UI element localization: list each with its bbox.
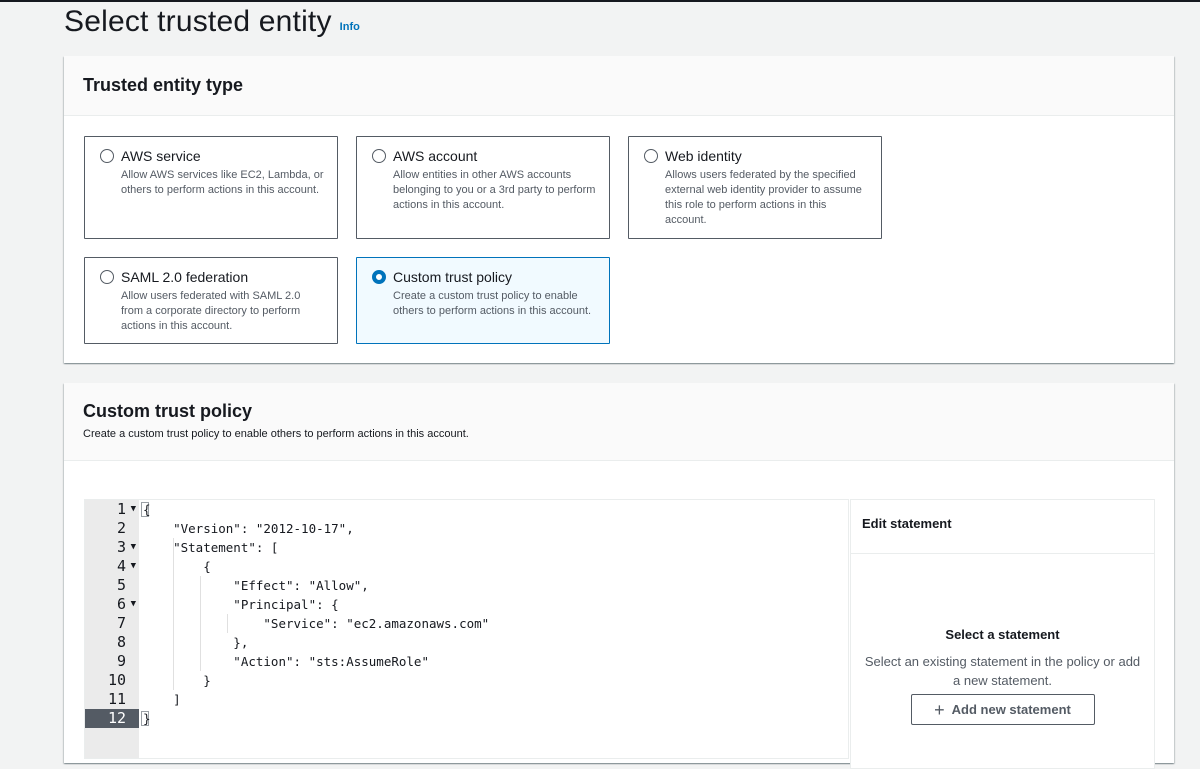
fold-arrow-icon[interactable]: ▼	[131, 557, 136, 576]
code-line[interactable]: {	[143, 500, 151, 519]
line-number: 3 ▼	[116, 538, 136, 557]
aws-account-radio[interactable]	[372, 149, 386, 163]
empty-statement-state: Select a statement Select an existing st…	[851, 554, 1154, 725]
line-number: 1 ▼	[116, 500, 136, 519]
code-line[interactable]: "Service": "ec2.amazonaws.com"	[143, 614, 489, 633]
custom-policy-panel: Custom trust policy Create a custom trus…	[64, 383, 1174, 769]
line-number: 9	[116, 652, 126, 670]
option-description: Allow AWS services like EC2, Lambda, or …	[121, 169, 324, 196]
aws-service-radio[interactable]	[100, 149, 114, 163]
fold-arrow-icon[interactable]: ▼	[131, 538, 136, 557]
option-title: AWS service	[121, 148, 201, 164]
fold-arrow-icon[interactable]: ▼	[131, 500, 136, 519]
saml-federation-radio[interactable]	[100, 270, 114, 284]
line-number: 6 ▼	[116, 595, 136, 614]
line-number-active: 12	[85, 709, 139, 728]
option-title: Web identity	[665, 148, 742, 164]
page-header: Select trusted entity Info	[64, 2, 360, 42]
edit-statement-header: Edit statement	[851, 500, 1154, 554]
line-number: 7	[116, 614, 126, 632]
add-new-statement-label: Add new statement	[951, 702, 1071, 717]
option-description: Allows users federated by the specified …	[665, 169, 862, 226]
policy-json-editor[interactable]: 1 ▼ 2 3 ▼ 4 ▼ 5 6 ▼ 7 8 9 10 11 12 { "Versio…	[84, 499, 849, 759]
trusted-entity-panel: Trusted entity type AWS service Allow AW…	[64, 56, 1174, 363]
option-aws-service[interactable]: AWS service Allow AWS services like EC2,…	[84, 136, 338, 239]
line-number: 8	[116, 633, 126, 651]
line-number: 2	[116, 519, 126, 537]
trusted-entity-heading: Trusted entity type	[83, 75, 244, 95]
web-identity-radio[interactable]	[644, 149, 658, 163]
custom-policy-header: Custom trust policy Create a custom trus…	[64, 383, 1174, 461]
page-title: Select trusted entity	[64, 5, 332, 38]
empty-state-title: Select a statement	[945, 627, 1060, 642]
option-title: Custom trust policy	[393, 269, 513, 285]
editor-gutter: 1 ▼ 2 3 ▼ 4 ▼ 5 6 ▼ 7 8 9 10 11 12	[85, 500, 139, 758]
code-line[interactable]: "Version": "2012-10-17",	[143, 519, 354, 538]
code-line[interactable]: "Statement": [	[143, 538, 278, 557]
line-number: 10	[107, 671, 126, 689]
code-line[interactable]: "Action": "sts:AssumeRole"	[143, 652, 429, 671]
code-line[interactable]: ]	[143, 690, 181, 709]
plus-icon: +	[934, 699, 945, 720]
option-saml-federation[interactable]: SAML 2.0 federation Allow users federate…	[84, 257, 338, 344]
custom-policy-description: Create a custom trust policy to enable o…	[83, 428, 469, 440]
edit-statement-panel: Edit statement Select a statement Select…	[850, 499, 1155, 769]
line-number: 11	[107, 690, 126, 708]
code-line[interactable]: {	[143, 557, 211, 576]
add-new-statement-button[interactable]: + Add new statement	[910, 694, 1095, 725]
code-line[interactable]: }	[143, 709, 151, 728]
line-number: 5	[116, 576, 126, 594]
code-line[interactable]: },	[143, 633, 248, 652]
code-line[interactable]: }	[143, 671, 211, 690]
option-custom-trust-policy[interactable]: Custom trust policy Create a custom trus…	[356, 257, 610, 344]
option-description: Create a custom trust policy to enable o…	[393, 290, 592, 317]
code-line[interactable]: "Effect": "Allow",	[143, 576, 368, 595]
fold-arrow-icon[interactable]: ▼	[131, 595, 136, 614]
option-aws-account[interactable]: AWS account Allow entities in other AWS …	[356, 136, 610, 239]
option-web-identity[interactable]: Web identity Allows users federated by t…	[628, 136, 882, 239]
option-title: AWS account	[393, 148, 478, 164]
info-link[interactable]: Info	[340, 21, 360, 33]
custom-trust-policy-radio[interactable]	[372, 270, 386, 284]
option-description: Allow users federated with SAML 2.0 from…	[121, 290, 301, 332]
option-title: SAML 2.0 federation	[121, 269, 249, 285]
option-description: Allow entities in other AWS accounts bel…	[393, 169, 596, 211]
trusted-entity-header: Trusted entity type	[64, 56, 1174, 116]
code-line[interactable]: "Principal": {	[143, 595, 338, 614]
custom-policy-heading: Custom trust policy	[83, 401, 253, 421]
empty-state-text: Select an existing statement in the poli…	[864, 654, 1141, 688]
line-number: 4 ▼	[116, 557, 136, 576]
